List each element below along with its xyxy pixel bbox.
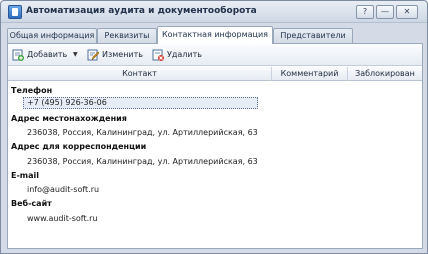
group-website: Веб-сайт	[11, 199, 52, 208]
toolbar: Добавить ▼ Изменить Удалить	[8, 44, 422, 66]
app-window: Автоматизация аудита и документооборота …	[0, 0, 428, 254]
close-button[interactable]: ✕	[396, 5, 418, 19]
list-item-phone[interactable]: +7 (495) 926-36-06	[23, 97, 258, 109]
contact-info-panel: Добавить ▼ Изменить Удалить Контакт Комм…	[7, 43, 423, 249]
delete-icon	[152, 49, 164, 61]
chevron-down-icon: ▼	[73, 51, 78, 58]
group-email: E-mail	[11, 171, 40, 180]
list-item-mailing-address[interactable]: 236038, Россия, Калининград, ул. Артилле…	[27, 157, 258, 166]
tab-representatives[interactable]: Представители	[273, 28, 353, 43]
edit-button-label: Изменить	[102, 50, 143, 59]
app-icon	[8, 5, 22, 19]
minimize-button[interactable]: —	[376, 5, 394, 19]
window-title: Автоматизация аудита и документооборота	[26, 6, 257, 16]
add-icon	[12, 49, 24, 61]
tab-contact-info[interactable]: Контактная информация	[157, 26, 273, 44]
group-phone: Телефон	[11, 86, 53, 95]
edit-icon	[87, 49, 99, 61]
delete-button[interactable]: Удалить	[152, 48, 210, 62]
add-button-label: Добавить	[27, 50, 68, 59]
group-location-address: Адрес местонахождения	[11, 114, 127, 123]
title-bar[interactable]: Автоматизация аудита и документооборота …	[1, 1, 427, 23]
group-mailing-address: Адрес для корреспонденции	[11, 142, 147, 151]
grid-header: Контакт Комментарий Заблокирован	[8, 67, 422, 81]
edit-button[interactable]: Изменить	[87, 48, 149, 62]
list-item-email[interactable]: info@audit-soft.ru	[27, 185, 99, 194]
list-item-location-address[interactable]: 236038, Россия, Калининград, ул. Артилле…	[27, 128, 258, 137]
add-button[interactable]: Добавить ▼	[12, 48, 84, 62]
column-blocked[interactable]: Заблокирован	[348, 67, 422, 81]
list-item-website[interactable]: www.audit-soft.ru	[27, 214, 98, 223]
column-contact[interactable]: Контакт	[8, 67, 272, 81]
help-button[interactable]: ?	[356, 5, 374, 19]
tab-requisites[interactable]: Реквизиты	[97, 28, 157, 43]
delete-button-label: Удалить	[167, 50, 202, 59]
column-comment[interactable]: Комментарий	[272, 67, 348, 81]
tab-general-info[interactable]: Общая информация	[7, 28, 97, 43]
tab-strip: Общая информация Реквизиты Контактная ин…	[7, 26, 423, 44]
